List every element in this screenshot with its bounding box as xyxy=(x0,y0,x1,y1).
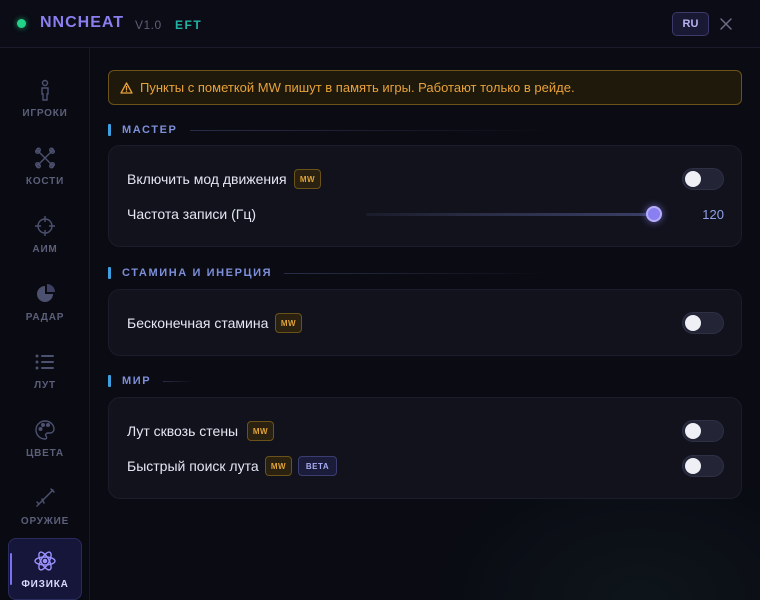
warning-icon xyxy=(120,81,133,94)
sidebar-item-label: АИМ xyxy=(32,244,58,255)
write-rate-slider-track[interactable] xyxy=(366,213,654,216)
section-accent xyxy=(108,124,111,136)
sidebar-item-weapons[interactable]: ОРУЖИЕ xyxy=(8,476,82,538)
player-icon xyxy=(33,78,57,102)
section-header-master: МАСТЕР xyxy=(108,123,560,137)
section-title: МИР xyxy=(122,375,152,387)
crosshair-icon xyxy=(33,214,57,238)
mw-badge: MW xyxy=(275,313,302,333)
toggle-knob xyxy=(685,315,701,331)
section-accent xyxy=(108,375,111,387)
sidebar-item-physics[interactable]: ФИЗИКА xyxy=(8,538,82,600)
write-rate-slider-handle[interactable] xyxy=(646,206,662,222)
sidebar-item-bones[interactable]: КОСТИ xyxy=(8,136,82,198)
title-bar: NNCHEAT V1.0 EFT RU xyxy=(0,0,760,48)
sidebar-item-label: ФИЗИКА xyxy=(21,579,69,590)
section-accent xyxy=(108,267,111,279)
mw-badge: MW xyxy=(247,421,274,441)
section-title: СТАМИНА И ИНЕРЦИЯ xyxy=(122,267,273,279)
section-divider xyxy=(284,272,555,274)
toggle-knob xyxy=(685,423,701,439)
atom-icon xyxy=(33,549,57,573)
sidebar-item-aim[interactable]: АИМ xyxy=(8,204,82,266)
app-version: V1.0 xyxy=(135,18,162,32)
beta-badge: BETA xyxy=(298,456,337,476)
toggle-knob xyxy=(685,171,701,187)
card-master xyxy=(108,145,742,247)
write-rate-label: Частота записи (Гц) xyxy=(127,206,257,222)
sidebar-item-radar[interactable]: РАДАР xyxy=(8,272,82,334)
toggle-knob xyxy=(685,458,701,474)
sidebar-item-label: ОРУЖИЕ xyxy=(20,516,70,527)
infinite-stamina-label: Бесконечная стамина xyxy=(127,315,269,331)
section-divider xyxy=(163,380,194,382)
warning-banner: Пункты с пометкой MW пишут в память игры… xyxy=(108,70,742,105)
sidebar-item-label: ЛУТ xyxy=(34,380,56,391)
status-indicator xyxy=(17,19,26,28)
sidebar-item-colors[interactable]: ЦВЕТА xyxy=(8,408,82,470)
movement-mod-toggle[interactable] xyxy=(682,168,724,190)
sidebar: ИГРОКИ КОСТИ АИМ РАДАР ЛУТ ЦВЕТА ОРУЖИЕ … xyxy=(0,48,90,600)
movement-mod-label: Включить мод движения xyxy=(127,171,287,187)
warning-text: Пункты с пометкой MW пишут в память игры… xyxy=(140,80,575,95)
sidebar-item-label: ИГРОКИ xyxy=(22,108,68,119)
mw-badge: MW xyxy=(265,456,292,476)
section-header-stamina: СТАМИНА И ИНЕРЦИЯ xyxy=(108,266,555,280)
palette-icon xyxy=(33,418,57,442)
active-indicator xyxy=(10,553,12,585)
bones-icon xyxy=(33,146,57,170)
write-rate-value: 120 xyxy=(702,207,724,222)
sidebar-item-label: ЦВЕТА xyxy=(26,448,64,459)
card-world xyxy=(108,397,742,499)
sidebar-item-players[interactable]: ИГРОКИ xyxy=(8,68,82,130)
mw-badge: MW xyxy=(294,169,321,189)
app-title: NNCHEAT xyxy=(40,14,125,31)
sidebar-item-loot[interactable]: ЛУТ xyxy=(8,340,82,402)
list-icon xyxy=(33,350,57,374)
section-title: МАСТЕР xyxy=(122,124,178,136)
loot-through-walls-label: Лут сквозь стены xyxy=(127,423,239,439)
close-button[interactable] xyxy=(716,14,736,34)
close-icon xyxy=(720,18,732,30)
game-label: EFT xyxy=(175,18,203,32)
sidebar-item-label: КОСТИ xyxy=(25,176,65,187)
radar-icon xyxy=(33,282,57,306)
rifle-icon xyxy=(33,486,57,510)
language-button[interactable]: RU xyxy=(672,12,709,36)
loot-through-walls-toggle[interactable] xyxy=(682,420,724,442)
fast-loot-search-label: Быстрый поиск лута xyxy=(127,458,259,474)
sidebar-item-label: РАДАР xyxy=(25,312,65,323)
infinite-stamina-toggle[interactable] xyxy=(682,312,724,334)
app-window: NNCHEAT V1.0 EFT RU ИГРОКИ КОСТИ АИМ РАД… xyxy=(0,0,760,600)
fast-loot-search-toggle[interactable] xyxy=(682,455,724,477)
section-divider xyxy=(189,129,560,131)
section-header-world: МИР xyxy=(108,374,194,388)
